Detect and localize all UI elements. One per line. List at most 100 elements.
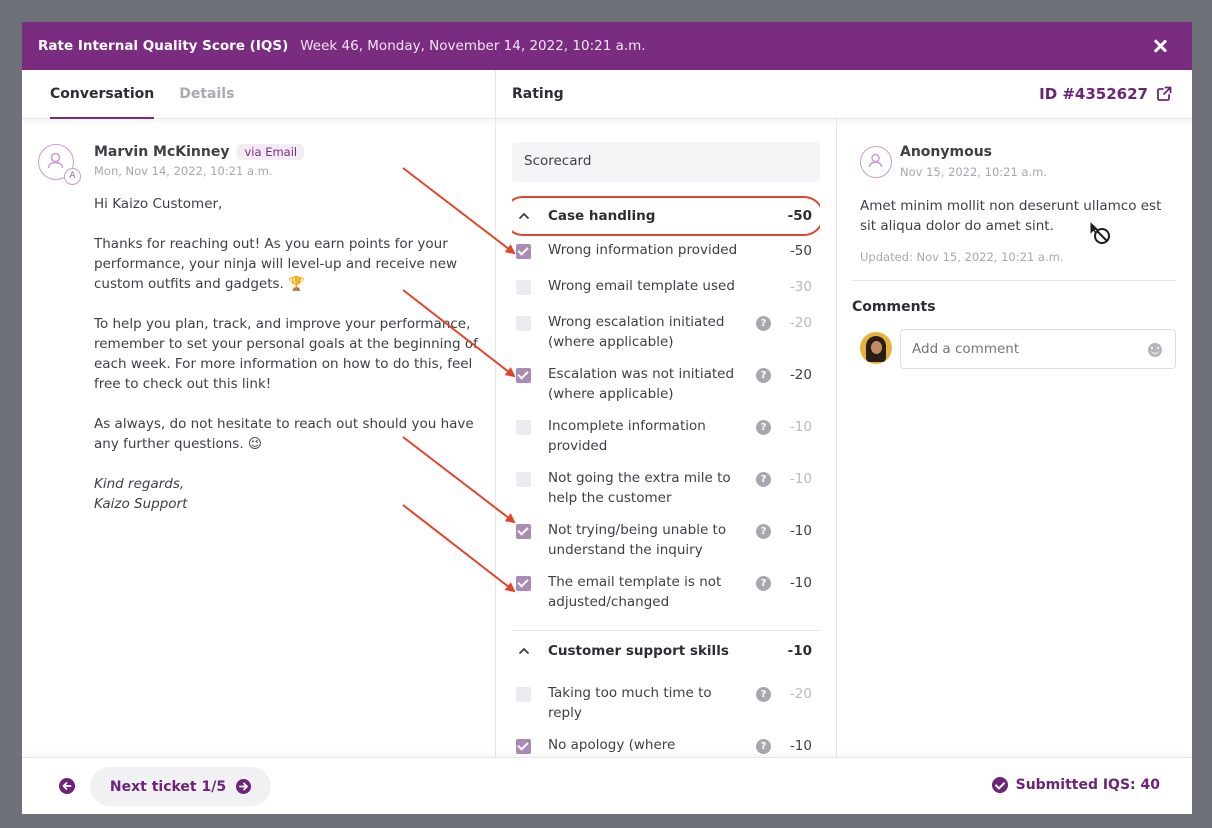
checkbox[interactable]: [516, 524, 531, 539]
message-paragraph: Hi Kaizo Customer,: [94, 196, 223, 212]
help-icon[interactable]: ?: [756, 472, 771, 487]
rating-item-label: Escalation was not initiated (where appl…: [548, 366, 735, 402]
help-icon[interactable]: ?: [756, 687, 771, 702]
review-updated: Updated: Nov 15, 2022, 10:21 a.m.: [860, 250, 1064, 264]
section-label: Customer support skills: [548, 643, 729, 659]
rating-item-points: -10: [789, 738, 812, 754]
rating-item-points: -20: [789, 686, 812, 702]
checkbox[interactable]: [516, 739, 531, 754]
comments-heading: Comments: [852, 299, 936, 315]
section-case-handling[interactable]: Case handling -50: [512, 196, 820, 236]
modal-subtitle: Week 46, Monday, November 14, 2022, 10:2…: [300, 38, 646, 54]
next-ticket-label: Next ticket 1/5: [109, 778, 227, 795]
rating-item-points: -20: [789, 315, 812, 331]
not-allowed-cursor-icon: [1089, 220, 1110, 244]
review-date: Nov 15, 2022, 10:21 a.m.: [900, 165, 1047, 179]
sender-name: Marvin McKinney via Email: [94, 144, 305, 160]
review-text: Amet minim mollit non deserunt ullamco e…: [860, 198, 1162, 234]
signoff: Kind regards,: [94, 476, 185, 492]
rating-item-points: -10: [789, 471, 812, 487]
comment-input[interactable]: [900, 329, 1176, 369]
rating-item-label: Wrong information provided: [548, 242, 738, 258]
previous-ticket-button[interactable]: [59, 778, 75, 794]
rating-item-label: Taking too much time to reply: [548, 685, 712, 721]
message-date: Mon, Nov 14, 2022, 10:21 a.m.: [94, 164, 273, 178]
checkbox[interactable]: [516, 244, 531, 259]
scorecard-select[interactable]: Scorecard: [512, 142, 820, 182]
check-circle-icon: [991, 777, 1008, 793]
rating-item-label: Wrong email template used: [548, 278, 735, 294]
message-paragraph: Thanks for reaching out! As you earn poi…: [94, 236, 458, 292]
avatar-badge: A: [64, 168, 81, 185]
submitted-label: Submitted IQS: 40: [1015, 777, 1160, 793]
rating-item[interactable]: Escalation was not initiated (where appl…: [512, 360, 820, 412]
section-customer-support-skills[interactable]: Customer support skills -10: [512, 631, 820, 671]
chevron-up-icon: [518, 647, 530, 655]
arrow-left-icon: [62, 782, 72, 790]
checkbox[interactable]: [516, 420, 531, 435]
rating-item[interactable]: Wrong escalation initiated (where applic…: [512, 308, 820, 360]
channel-badge: via Email: [237, 144, 305, 160]
rating-item[interactable]: No apology (where ? -10: [512, 731, 820, 756]
tab-bar: Conversation Details Rating ID #4352627: [22, 70, 1192, 119]
signature: Kaizo Support: [94, 496, 188, 512]
tab-details[interactable]: Details: [179, 70, 234, 119]
rating-item-points: -20: [789, 367, 812, 383]
rating-item-label: No apology (where: [548, 737, 676, 753]
ticket-id-link[interactable]: ID #4352627: [1039, 85, 1172, 103]
rating-item-points: -50: [789, 243, 812, 259]
rating-item[interactable]: Wrong information provided -50: [512, 236, 820, 272]
section-score: -10: [787, 643, 812, 659]
tab-conversation[interactable]: Conversation: [50, 70, 155, 119]
divider: [852, 280, 1176, 281]
message-paragraph: As always, do not hesitate to reach out …: [94, 416, 474, 452]
section-score: -50: [787, 208, 812, 224]
avatar: A: [38, 144, 81, 185]
checkbox[interactable]: [516, 576, 531, 591]
rating-item[interactable]: Not trying/being unable to understand th…: [512, 516, 820, 568]
help-icon[interactable]: ?: [756, 739, 771, 754]
help-icon[interactable]: ?: [756, 420, 771, 435]
rating-item-label: Not going the extra mile to help the cus…: [548, 470, 731, 506]
section-label: Case handling: [548, 208, 656, 224]
message-body: Hi Kaizo Customer, Thanks for reaching o…: [94, 194, 479, 514]
checkbox[interactable]: [516, 687, 531, 702]
rating-item[interactable]: Incomplete information provided ? -10: [512, 412, 820, 464]
checkbox[interactable]: [516, 316, 531, 331]
checkbox[interactable]: [516, 368, 531, 383]
rating-item[interactable]: The email template is not adjusted/chang…: [512, 568, 820, 620]
divider: [836, 119, 837, 757]
rating-item[interactable]: Taking too much time to reply ? -20: [512, 679, 820, 731]
current-user-avatar: [860, 332, 892, 364]
rating-item-points: -10: [789, 419, 812, 435]
help-icon[interactable]: ?: [756, 368, 771, 383]
rating-item-label: Wrong escalation initiated (where applic…: [548, 314, 725, 350]
help-icon[interactable]: ?: [756, 316, 771, 331]
ticket-id: ID #4352627: [1039, 85, 1148, 103]
rating-item[interactable]: Wrong email template used -30: [512, 272, 820, 308]
rating-item[interactable]: Not going the extra mile to help the cus…: [512, 464, 820, 516]
chevron-up-icon: [518, 212, 530, 220]
rating-item-label: Incomplete information provided: [548, 418, 706, 454]
rating-item-points: -30: [789, 279, 812, 295]
help-icon[interactable]: ?: [756, 576, 771, 591]
checkbox[interactable]: [516, 472, 531, 487]
message-paragraph: To help you plan, track, and improve you…: [94, 316, 478, 392]
next-ticket-button[interactable]: Next ticket 1/5: [90, 767, 271, 806]
rating-item-points: -10: [789, 575, 812, 591]
divider: [495, 70, 496, 757]
user-icon: [868, 153, 883, 168]
iqs-modal: Rate Internal Quality Score (IQS) Week 4…: [22, 22, 1192, 814]
close-icon[interactable]: [1150, 36, 1170, 56]
help-icon[interactable]: ?: [756, 524, 771, 539]
modal-title: Rate Internal Quality Score (IQS): [38, 38, 289, 54]
rating-item-points: -10: [789, 523, 812, 539]
rating-pane: Scorecard Case handling -50 Wrong inform…: [512, 142, 820, 756]
external-link-icon: [1157, 86, 1172, 101]
reviewer-name: Anonymous: [900, 144, 993, 160]
emoji-icon[interactable]: [1148, 343, 1162, 357]
footer: Next ticket 1/5 Submitted IQS: 40: [22, 757, 1192, 814]
rating-heading: Rating: [512, 86, 564, 102]
avatar: [860, 146, 892, 178]
checkbox[interactable]: [516, 280, 531, 295]
